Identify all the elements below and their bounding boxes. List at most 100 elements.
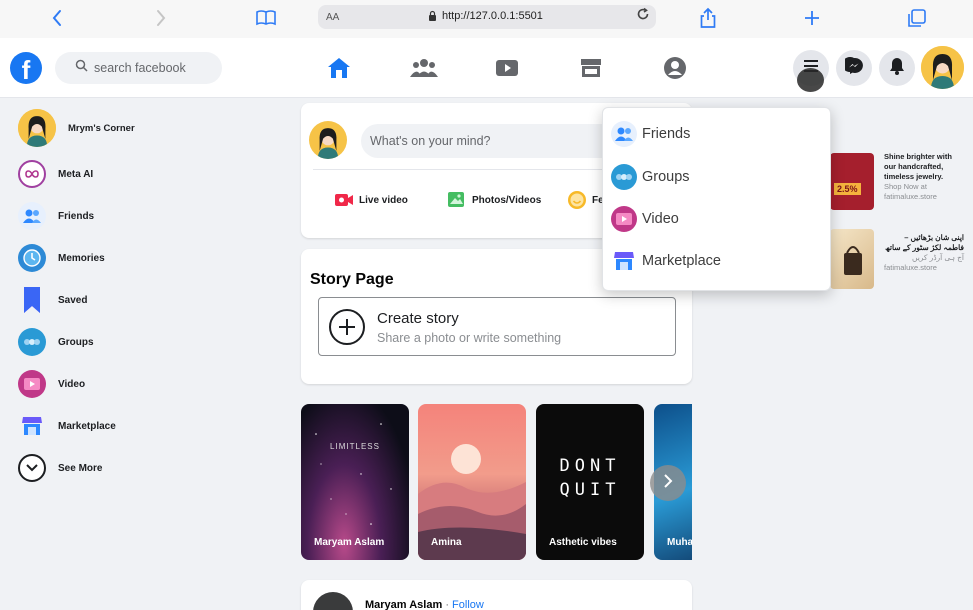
stories-next-button[interactable] <box>650 465 686 501</box>
dropdown-item-marketplace[interactable]: Marketplace <box>611 247 721 275</box>
ad-cta: آج ہی آرڈر کریں <box>912 253 964 262</box>
create-story-button[interactable]: Create story Share a photo or write some… <box>318 297 676 356</box>
stories-strip: LIMITLESS Maryam Aslam Amina DONT QUIT A… <box>301 404 692 560</box>
photo-icon <box>446 191 468 209</box>
story-art-text: LIMITLESS <box>330 442 380 451</box>
profile-name: Mrym's Corner <box>68 122 135 134</box>
profile-tab-icon[interactable] <box>661 55 689 81</box>
search-icon <box>75 59 88 77</box>
video-icon <box>18 370 46 398</box>
friends-icon <box>18 202 46 230</box>
dropdown-item-friends[interactable]: Friends <box>611 120 690 148</box>
dropdown-item-video[interactable]: Video <box>611 205 679 233</box>
profile-avatar <box>18 109 56 147</box>
facebook-logo[interactable]: f <box>10 52 42 84</box>
live-video-button[interactable]: Live video <box>333 191 408 209</box>
dropdown-item-label: Marketplace <box>642 253 721 269</box>
dropdown-item-label: Groups <box>642 169 690 185</box>
chevron-down-icon <box>18 454 46 482</box>
friends-icon <box>611 121 637 147</box>
pointer-indicator <box>797 68 824 92</box>
live-video-label: Live video <box>359 194 408 206</box>
photos-videos-label: Photos/Videos <box>472 194 542 206</box>
new-tab-icon[interactable] <box>799 6 825 30</box>
sidebar-item-video[interactable]: Video <box>18 369 85 399</box>
sidebar-item-label: Marketplace <box>58 420 116 432</box>
create-story-subtitle: Share a photo or write something <box>377 331 562 345</box>
reload-icon[interactable] <box>636 7 650 25</box>
story-name: Amina <box>431 537 462 548</box>
home-tab-icon[interactable] <box>325 55 353 81</box>
watch-tab-icon[interactable] <box>493 55 521 81</box>
sidebar-item-friends[interactable]: Friends <box>18 201 94 231</box>
story-card[interactable]: DONT QUIT Asthetic vibes <box>536 404 644 560</box>
search-input[interactable] <box>94 61 214 75</box>
bookmark-icon <box>18 286 46 314</box>
address-bar[interactable]: AA http://127.0.0.1:5501 <box>318 5 656 29</box>
notifications-button[interactable] <box>879 50 915 86</box>
ad-text-jewelry[interactable]: Shine brighter with our handcrafted, tim… <box>884 152 964 202</box>
account-avatar[interactable] <box>921 46 964 89</box>
ad-cta: Shop Now at <box>884 182 927 191</box>
messenger-button[interactable] <box>836 50 872 86</box>
tabs-overview-icon[interactable] <box>904 6 930 30</box>
lock-icon <box>428 10 437 24</box>
messenger-icon <box>842 56 863 80</box>
feed-post: Maryam Aslam · Follow <box>301 580 692 610</box>
story-name: Muha <box>667 537 692 548</box>
story-page-title: Story Page <box>310 271 394 288</box>
dropdown-item-label: Friends <box>642 126 691 142</box>
top-navbar: f <box>0 38 973 98</box>
sidebar-item-label: Groups <box>58 336 94 348</box>
story-name: Asthetic vibes <box>549 537 617 548</box>
browser-toolbar: AA http://127.0.0.1:5501 <box>0 0 973 38</box>
dropdown-item-groups[interactable]: Groups <box>611 163 690 191</box>
ad-discount-badge: 2.5% <box>834 183 861 195</box>
ad-source: fatimaluxe.store <box>884 263 937 272</box>
friends-tab-icon[interactable] <box>410 55 438 81</box>
back-icon[interactable] <box>44 6 70 30</box>
marketplace-tab-icon[interactable] <box>577 55 605 81</box>
ad-image-bag[interactable] <box>830 229 874 289</box>
forward-icon[interactable] <box>148 6 174 30</box>
chevron-right-icon <box>663 473 673 494</box>
groups-icon <box>18 328 46 356</box>
feeling-button[interactable]: Fe <box>566 191 604 209</box>
live-video-icon <box>333 191 355 209</box>
create-story-title: Create story <box>377 310 459 327</box>
search-box[interactable] <box>55 52 222 84</box>
photos-videos-button[interactable]: Photos/Videos <box>446 191 541 209</box>
separator-dot: · <box>445 599 449 610</box>
sidebar-item-label: Memories <box>58 252 105 264</box>
sidebar-item-marketplace[interactable]: Marketplace <box>18 411 116 441</box>
ad-headline: Shine brighter with our handcrafted, tim… <box>884 152 952 181</box>
story-card[interactable]: LIMITLESS Maryam Aslam <box>301 404 409 560</box>
ad-text-bag[interactable]: اپنی شان بڑھائیں – فاطمہ لکژ سٹور کے سات… <box>884 233 964 273</box>
post-author-name[interactable]: Maryam Aslam <box>365 599 442 610</box>
groups-icon <box>611 164 637 190</box>
share-icon[interactable] <box>695 6 721 30</box>
meta-ai-icon <box>18 160 46 188</box>
sidebar-item-groups[interactable]: Groups <box>18 327 94 357</box>
post-author-avatar[interactable] <box>313 592 353 610</box>
sidebar-item-saved[interactable]: Saved <box>18 285 87 315</box>
bell-icon <box>889 57 905 80</box>
sidebar-item-label: Video <box>58 378 86 390</box>
ad-image-jewelry[interactable]: 2.5% <box>830 153 874 210</box>
sidebar-item-see-more[interactable]: See More <box>18 453 102 483</box>
sidebar-item-meta-ai[interactable]: Meta AI <box>18 159 93 189</box>
post-header: Maryam Aslam · Follow <box>365 599 484 610</box>
reader-aa-button[interactable]: AA <box>326 12 339 23</box>
clock-icon <box>18 244 46 272</box>
sidebar-item-label: Saved <box>58 294 88 306</box>
sidebar-profile[interactable]: Mrym's Corner <box>18 109 135 147</box>
story-name: Maryam Aslam <box>314 537 385 548</box>
video-icon <box>611 206 637 232</box>
sidebar-item-label: See More <box>58 462 103 474</box>
follow-link[interactable]: Follow <box>452 599 484 610</box>
story-card[interactable]: Amina <box>418 404 526 560</box>
sidebar-item-memories[interactable]: Memories <box>18 243 105 273</box>
sidebar-item-label: Meta AI <box>58 168 94 180</box>
bookmarks-icon[interactable] <box>253 6 279 30</box>
shop-icon <box>611 248 637 274</box>
